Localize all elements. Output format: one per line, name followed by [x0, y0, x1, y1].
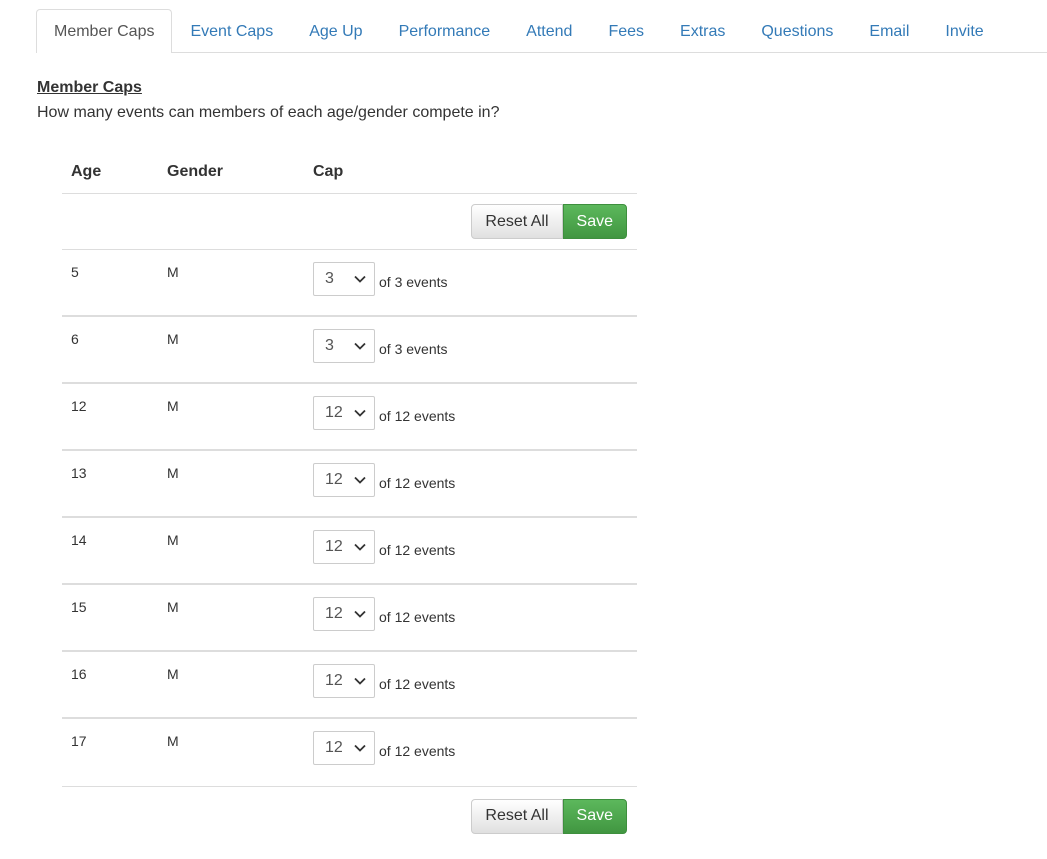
- header-age: Age: [71, 162, 102, 180]
- table-row: 17 M 12 of 12 events: [62, 719, 637, 786]
- cap-total-text: of 12 events: [379, 743, 456, 759]
- age-cell: 15: [71, 599, 87, 615]
- cap-total-text: of 12 events: [379, 475, 456, 491]
- cap-cell: 12 of 12 events: [304, 652, 637, 698]
- cap-cell: 12 of 12 events: [304, 451, 637, 497]
- cap-select-value: 12: [325, 471, 343, 488]
- gender-cell: M: [167, 398, 179, 414]
- table-header: Age Gender Cap: [62, 150, 637, 194]
- cap-select[interactable]: 12: [313, 597, 375, 631]
- chevron-down-icon: [354, 610, 366, 618]
- reset-all-button[interactable]: Reset All: [471, 798, 563, 834]
- member-caps-table: Age Gender Cap Reset All Save 5 M 3 of 3 ev…: [62, 150, 637, 845]
- bottom-button-row: Reset All Save: [62, 786, 637, 845]
- header-cap: Cap: [313, 162, 344, 180]
- cap-cell: 12 of 12 events: [304, 719, 637, 765]
- age-cell: 16: [71, 666, 87, 682]
- cap-select[interactable]: 12: [313, 463, 375, 497]
- top-button-row: Reset All Save: [62, 194, 637, 250]
- gender-cell: M: [167, 599, 179, 615]
- chevron-down-icon: [354, 677, 366, 685]
- member-caps-page: Member Caps Event Caps Age Up Performanc…: [0, 0, 1047, 859]
- age-cell: 6: [71, 331, 79, 347]
- age-cell: 5: [71, 264, 79, 280]
- chevron-down-icon: [354, 744, 366, 752]
- table-row: 14 M 12 of 12 events: [62, 518, 637, 585]
- save-button[interactable]: Save: [562, 204, 627, 239]
- table-row: 6 M 3 of 3 events: [62, 317, 637, 384]
- save-button[interactable]: Save: [562, 798, 627, 834]
- gender-cell: M: [167, 733, 179, 749]
- gender-cell: M: [167, 666, 179, 682]
- tab-extras[interactable]: Extras: [662, 10, 743, 52]
- cap-select-value: 3: [325, 337, 334, 354]
- tab-member-caps[interactable]: Member Caps: [36, 9, 173, 53]
- age-cell: 14: [71, 532, 87, 548]
- cap-select-value: 12: [325, 404, 343, 421]
- age-cell: 13: [71, 465, 87, 481]
- gender-cell: M: [167, 532, 179, 548]
- tab-event-caps[interactable]: Event Caps: [172, 10, 291, 52]
- gender-cell: M: [167, 331, 179, 347]
- cap-select-value: 12: [325, 739, 343, 756]
- table-row: 5 M 3 of 3 events: [62, 250, 637, 317]
- tab-performance[interactable]: Performance: [381, 10, 509, 52]
- table-row: 12 M 12 of 12 events: [62, 384, 637, 451]
- cap-select[interactable]: 12: [313, 664, 375, 698]
- cap-cell: 12 of 12 events: [304, 585, 637, 631]
- cap-total-text: of 12 events: [379, 676, 456, 692]
- cap-select-value: 3: [325, 270, 334, 287]
- cap-select-value: 12: [325, 672, 343, 689]
- chevron-down-icon: [354, 342, 366, 350]
- cap-total-text: of 3 events: [379, 341, 448, 357]
- chevron-down-icon: [354, 476, 366, 484]
- chevron-down-icon: [354, 275, 366, 283]
- cap-total-text: of 12 events: [379, 609, 456, 625]
- cap-cell: 3 of 3 events: [304, 317, 637, 363]
- tab-fees[interactable]: Fees: [590, 10, 662, 52]
- cap-cell: 12 of 12 events: [304, 518, 637, 564]
- header-gender: Gender: [167, 162, 224, 180]
- tab-attend[interactable]: Attend: [508, 10, 590, 52]
- chevron-down-icon: [354, 409, 366, 417]
- chevron-down-icon: [354, 543, 366, 551]
- cap-select[interactable]: 3: [313, 262, 375, 296]
- cap-total-text: of 3 events: [379, 274, 448, 290]
- cap-select[interactable]: 12: [313, 530, 375, 564]
- tab-invite[interactable]: Invite: [927, 10, 1001, 52]
- table-body: 5 M 3 of 3 events 6 M 3 of 3 events 12 M 12 of 12 e…: [62, 250, 637, 786]
- cap-total-text: of 12 events: [379, 408, 456, 424]
- cap-cell: 12 of 12 events: [304, 384, 637, 430]
- cap-select[interactable]: 12: [313, 396, 375, 430]
- table-row: 13 M 12 of 12 events: [62, 451, 637, 518]
- tab-email[interactable]: Email: [851, 10, 927, 52]
- gender-cell: M: [167, 465, 179, 481]
- age-cell: 12: [71, 398, 87, 414]
- reset-all-button[interactable]: Reset All: [471, 204, 563, 239]
- gender-cell: M: [167, 264, 179, 280]
- tab-age-up[interactable]: Age Up: [291, 10, 380, 52]
- settings-tabs: Member Caps Event Caps Age Up Performanc…: [36, 9, 1047, 53]
- cap-cell: 3 of 3 events: [304, 250, 637, 296]
- table-row: 16 M 12 of 12 events: [62, 652, 637, 719]
- age-cell: 17: [71, 733, 87, 749]
- section-title: Member Caps: [37, 79, 142, 96]
- section-description: How many events can members of each age/…: [37, 104, 500, 121]
- cap-select[interactable]: 12: [313, 731, 375, 765]
- table-row: 15 M 12 of 12 events: [62, 585, 637, 652]
- cap-select-value: 12: [325, 538, 343, 555]
- tab-questions[interactable]: Questions: [743, 10, 851, 52]
- cap-select-value: 12: [325, 605, 343, 622]
- cap-select[interactable]: 3: [313, 329, 375, 363]
- cap-total-text: of 12 events: [379, 542, 456, 558]
